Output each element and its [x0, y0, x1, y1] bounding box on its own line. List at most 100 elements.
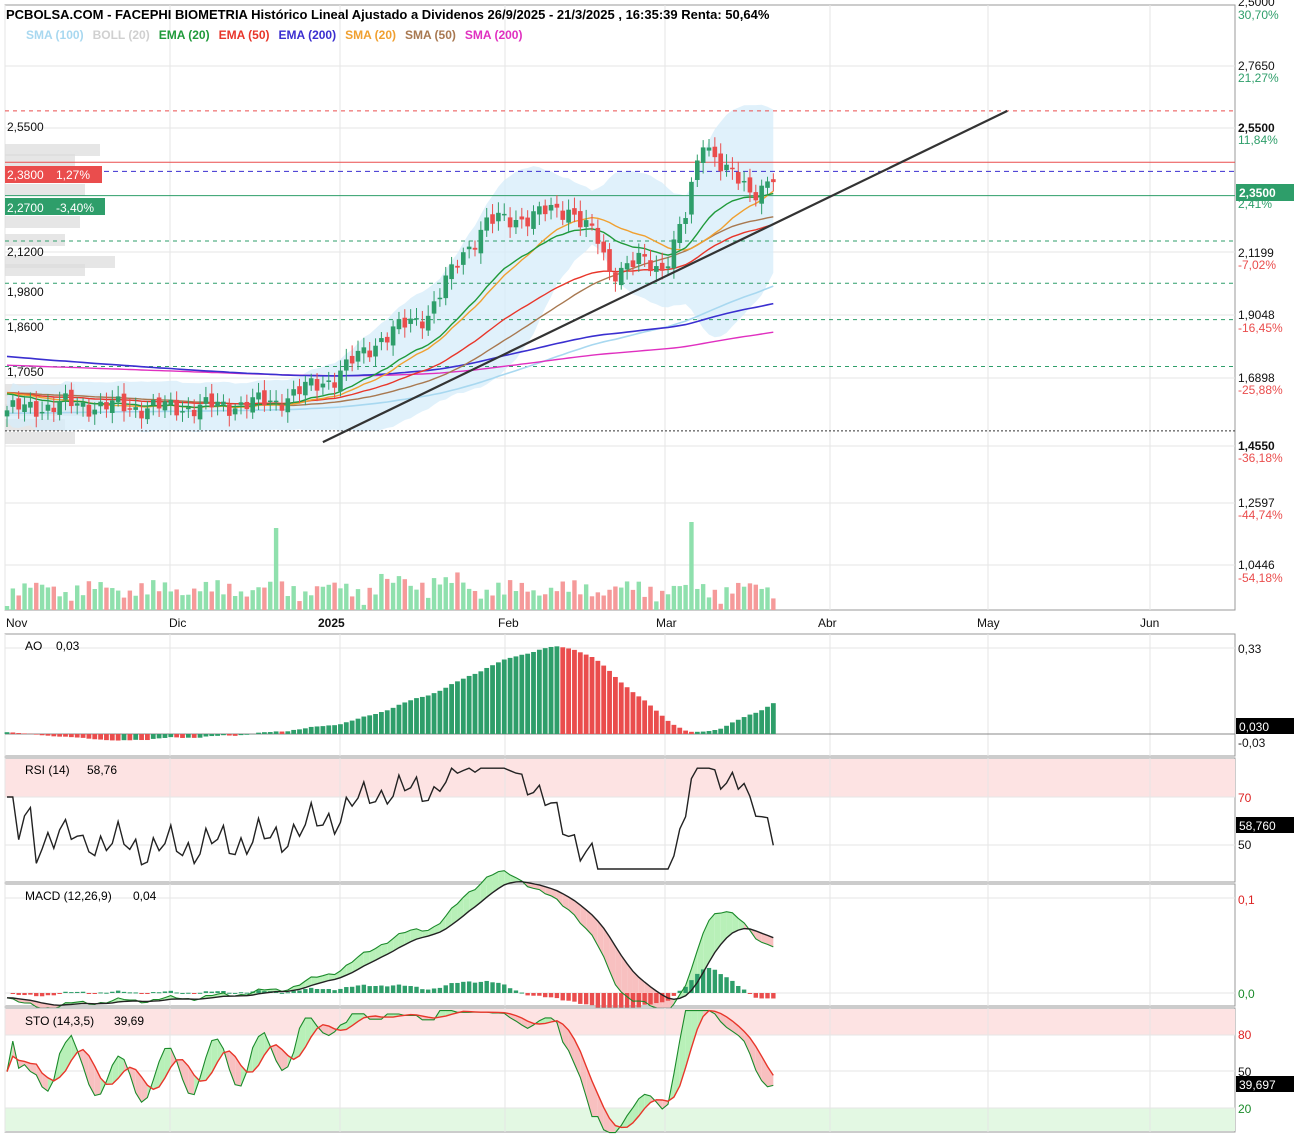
- macd-hist-bar: [174, 992, 178, 993]
- volume-profile-bar: [5, 264, 85, 276]
- ao-bar: [244, 734, 249, 735]
- macd-hist-bar: [537, 993, 541, 996]
- ao-bar: [133, 734, 138, 740]
- month-label: Mar: [656, 616, 677, 630]
- volume-bar: [619, 588, 623, 610]
- candle-body: [69, 390, 74, 406]
- volume-bar: [689, 522, 693, 610]
- candle-body: [303, 382, 308, 395]
- rsi-axis-tick: 50: [1238, 838, 1252, 852]
- ao-bar: [601, 666, 606, 734]
- candle-body: [578, 211, 583, 227]
- support-tag[interactable]: 2,2700 -3,40%: [5, 198, 105, 215]
- ao-bar: [204, 734, 209, 737]
- macd-hist-bar: [145, 993, 149, 994]
- candle-body: [631, 260, 636, 267]
- volume-bar: [502, 595, 506, 610]
- candle-body: [321, 384, 326, 388]
- candle-body: [309, 378, 314, 385]
- volume-bar: [444, 577, 448, 610]
- legend-item: BOLL (20): [93, 28, 150, 42]
- ao-bar: [291, 730, 296, 734]
- candle-body: [613, 272, 618, 281]
- macd-hist-bar: [338, 989, 342, 993]
- ao-bar: [221, 734, 226, 735]
- candle-body: [291, 389, 296, 395]
- candle-body: [92, 410, 97, 415]
- candle-body: [268, 401, 273, 403]
- macd-hist-bar: [186, 993, 190, 994]
- candle-body: [326, 380, 331, 382]
- macd-hist-bar: [490, 982, 494, 993]
- candle-body: [180, 411, 185, 413]
- volume-bar: [742, 587, 746, 610]
- candle-body: [250, 397, 255, 412]
- ao-bar: [397, 705, 402, 734]
- volume-bar: [52, 587, 56, 610]
- ao-bar: [414, 698, 419, 734]
- ao-bar: [502, 660, 507, 734]
- ao-bar: [531, 652, 536, 734]
- candle-body: [555, 204, 560, 208]
- ao-bar: [379, 712, 384, 734]
- macd-hist-bar: [309, 988, 313, 993]
- ao-bar: [92, 734, 97, 739]
- macd-hist-bar: [52, 993, 56, 995]
- macd-label: MACD (12,26,9): [25, 889, 112, 903]
- volume-bar: [391, 583, 395, 610]
- candle-body: [730, 168, 735, 170]
- volume-bar: [379, 574, 383, 610]
- candle-body: [139, 411, 144, 419]
- resistance-tag[interactable]: 2,3800 1,27%: [5, 166, 102, 183]
- ao-bar: [753, 713, 758, 734]
- macd-hist-bar: [356, 985, 360, 993]
- current-price-tag[interactable]: 2,3500: [1236, 184, 1294, 201]
- macd-hist-bar: [432, 988, 436, 993]
- volume-bar: [672, 586, 676, 610]
- volume-bar: [350, 596, 354, 610]
- volume-bar: [204, 582, 208, 610]
- volume-bar: [525, 592, 529, 610]
- ao-bar: [192, 734, 197, 738]
- ao-bar: [648, 706, 653, 734]
- ao-bar: [16, 733, 21, 734]
- candle-body: [367, 351, 372, 358]
- candle-body: [543, 206, 548, 215]
- volume-bar: [98, 582, 102, 610]
- candle-body: [449, 264, 454, 279]
- macd-hist-bar: [297, 991, 301, 993]
- candle-body: [385, 337, 390, 343]
- ao-bar: [34, 734, 39, 735]
- macd-hist-bar: [572, 993, 576, 1002]
- ao-label: AO: [25, 639, 42, 653]
- ao-bar: [46, 734, 51, 736]
- ao-bar: [455, 681, 460, 734]
- candle-body: [356, 351, 361, 362]
- macd-hist-bar: [122, 992, 126, 993]
- volume-bar: [93, 589, 97, 610]
- ao-bar: [69, 734, 74, 737]
- candle-body: [192, 410, 197, 416]
- candle-body: [198, 405, 203, 420]
- candle-body: [16, 398, 21, 409]
- legend-item: SMA (50): [405, 28, 456, 42]
- volume-bar: [139, 583, 143, 610]
- candle-body: [590, 223, 595, 225]
- volume-bar: [28, 588, 32, 610]
- volume-bar: [321, 587, 325, 610]
- support-pct: -3,40%: [56, 201, 94, 215]
- ao-bar: [607, 671, 612, 734]
- candle-body: [163, 401, 168, 410]
- candle-body: [432, 301, 437, 313]
- candle-body: [274, 401, 279, 403]
- ao-bar: [57, 734, 62, 737]
- candle-body: [748, 177, 753, 192]
- macd-hist-bar: [543, 993, 547, 997]
- candle-body: [677, 224, 682, 243]
- candle-body: [262, 390, 267, 405]
- candle-body: [57, 401, 62, 415]
- volume-bar: [104, 588, 108, 610]
- macd-hist-bar: [321, 989, 325, 993]
- volume-bar: [186, 595, 190, 610]
- candle-body: [297, 386, 302, 394]
